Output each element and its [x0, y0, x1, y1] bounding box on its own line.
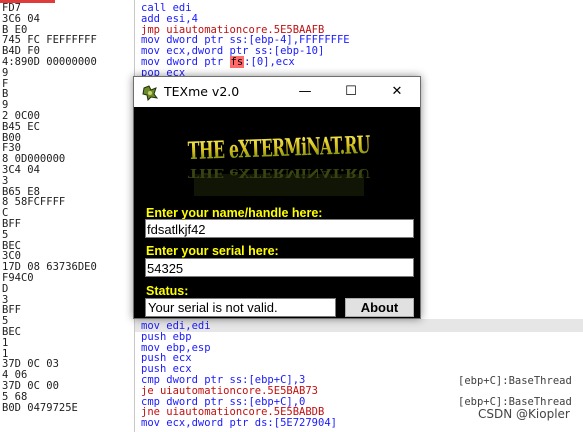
minimize-button[interactable]: —	[282, 77, 328, 107]
maximize-button[interactable]: ☐	[328, 77, 374, 107]
serial-input[interactable]	[145, 258, 414, 277]
bytes-line[interactable]: B0D 0479725E	[2, 402, 78, 415]
bytes-pane[interactable]: FD7 3C6 04 B E0 745 FC FEFFFFFF B4D F0 4:890D…	[0, 0, 135, 432]
code-line[interactable]: mov ecx,dword ptr ds:[5E727904]	[141, 417, 337, 430]
status-label: Status:	[146, 284, 189, 298]
code-text: :[0],ecx	[244, 56, 295, 68]
texme-window: TEXme v2.0 — ☐ ✕ THE eXTERMiNAT.RU THE e…	[133, 76, 421, 319]
app-icon	[142, 85, 158, 101]
about-button[interactable]: About	[345, 298, 414, 317]
serial-label: Enter your serial here:	[146, 244, 279, 258]
bytes-line[interactable]: 4:890D 00000000	[2, 56, 97, 69]
segment-highlight: fs	[229, 56, 245, 68]
maximize-icon: ☐	[345, 84, 357, 99]
name-label: Enter your name/handle here:	[146, 206, 323, 220]
minimize-icon: —	[298, 84, 312, 99]
comment-line-1: [ebp+C]:BaseThread	[458, 375, 572, 387]
close-button[interactable]: ✕	[374, 77, 420, 107]
title-bar[interactable]: TEXme v2.0 — ☐ ✕	[134, 77, 420, 107]
svg-text:THE eXTERMiNAT.RU: THE eXTERMiNAT.RU	[187, 130, 371, 165]
watermark: CSDN @Kiopler	[478, 407, 570, 421]
name-input[interactable]	[145, 219, 414, 238]
close-icon: ✕	[391, 84, 403, 99]
exterminators-logo: THE eXTERMiNAT.RU THE eXTERMiNAT.RU	[187, 130, 371, 196]
bytes-line[interactable]: 8 58FCFFFF	[2, 196, 65, 209]
window-title: TEXme v2.0	[164, 84, 240, 99]
status-text: Your serial is not valid.	[145, 298, 336, 317]
